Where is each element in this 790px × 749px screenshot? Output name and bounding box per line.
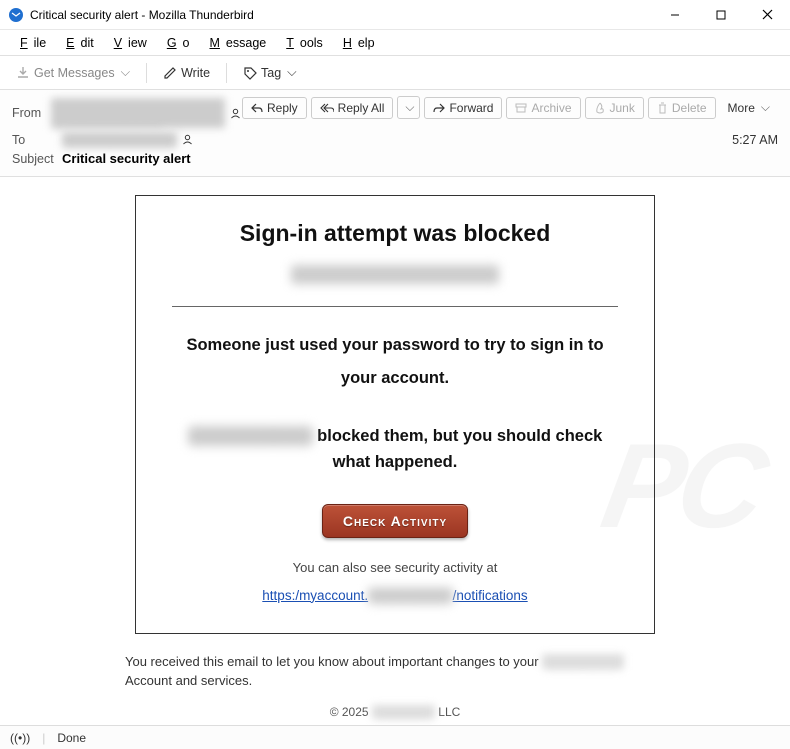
menu-view[interactable]: View [102, 34, 153, 52]
reply-button[interactable]: Reply [242, 97, 307, 119]
subject-row: Subject Critical security alert [12, 149, 778, 168]
copyright: © 2025 ██████ LLC [60, 705, 730, 719]
reply-all-icon [320, 103, 334, 113]
addressbook-icon[interactable] [229, 107, 242, 120]
flame-icon [594, 102, 606, 114]
subject-label: Subject [12, 152, 62, 166]
get-messages-button[interactable]: Get Messages ⌵ [10, 62, 136, 83]
message-actions: Reply Reply All ⌵ Forward Archive Junk D… [242, 96, 778, 119]
alert-card: Sign-in attempt was blocked ████████████… [135, 195, 655, 634]
trash-icon [657, 102, 668, 114]
junk-button[interactable]: Junk [585, 97, 644, 119]
status-text: Done [57, 731, 86, 745]
from-value: ████████ ███ ████████████ [51, 98, 225, 128]
chevron-down-icon: ⌵ [121, 65, 130, 80]
message-time: 5:27 AM [732, 133, 778, 147]
menu-tools[interactable]: Tools [274, 34, 329, 52]
subtext: You can also see security activity at [172, 560, 618, 575]
divider [146, 63, 147, 83]
redacted-service: ██████████ [188, 427, 313, 445]
maximize-button[interactable] [698, 0, 744, 30]
write-button[interactable]: Write [157, 63, 216, 83]
tag-button[interactable]: Tag ⌵ [237, 62, 303, 83]
connection-icon[interactable]: ((•)) [10, 731, 30, 745]
reply-all-button[interactable]: Reply All [311, 97, 394, 119]
chevron-down-icon: ⌵ [761, 100, 770, 115]
archive-button[interactable]: Archive [506, 97, 580, 119]
get-messages-label: Get Messages [34, 66, 115, 80]
forward-icon [433, 103, 445, 113]
addressbook-icon[interactable] [181, 133, 194, 146]
delete-button[interactable]: Delete [648, 97, 716, 119]
thunderbird-icon [8, 7, 24, 23]
menu-go[interactable]: Go [155, 34, 196, 52]
divider [226, 63, 227, 83]
tag-icon [243, 66, 257, 80]
message-header: From ████████ ███ ████████████ Reply Rep… [0, 90, 790, 177]
menu-bar: File Edit View Go Message Tools Help [0, 30, 790, 56]
status-bar: ((•)) | Done [0, 725, 790, 749]
to-row: To ████████████ 5:27 AM [12, 130, 778, 149]
from-row: From ████████ ███ ████████████ [12, 96, 242, 130]
security-link[interactable]: https:/myaccount.████████/notifications [262, 588, 527, 603]
tag-label: Tag [261, 66, 281, 80]
title-bar: Critical security alert - Mozilla Thunde… [0, 0, 790, 30]
chevron-down-icon: ⌵ [287, 65, 296, 80]
alert-title: Sign-in attempt was blocked [172, 220, 618, 247]
menu-edit[interactable]: Edit [54, 34, 100, 52]
close-button[interactable] [744, 0, 790, 30]
to-label: To [12, 133, 62, 147]
window-title: Critical security alert - Mozilla Thunde… [30, 8, 652, 22]
email-body: PC Sign-in attempt was blocked █████████… [0, 177, 790, 732]
check-activity-button[interactable]: Check Activity [322, 504, 468, 538]
reply-icon [251, 103, 263, 113]
to-value: ████████████ [62, 132, 177, 147]
more-button[interactable]: More⌵ [720, 97, 778, 118]
write-label: Write [181, 66, 210, 80]
minimize-button[interactable] [652, 0, 698, 30]
reply-all-dropdown[interactable]: ⌵ [397, 96, 420, 119]
archive-icon [515, 103, 527, 113]
menu-file[interactable]: File [8, 34, 52, 52]
toolbar: Get Messages ⌵ Write Tag ⌵ [0, 56, 790, 90]
divider [172, 306, 618, 307]
alert-message-2: ██████████ blocked them, but you should … [172, 423, 618, 476]
window-controls [652, 0, 790, 30]
download-icon [16, 66, 30, 80]
from-label: From [12, 106, 51, 120]
forward-button[interactable]: Forward [424, 97, 502, 119]
chevron-down-icon: ⌵ [405, 100, 414, 115]
pencil-icon [163, 66, 177, 80]
alert-message-1: Someone just used your password to try t… [172, 329, 618, 395]
menu-help[interactable]: Help [331, 34, 381, 52]
redacted-email: ██████████████ [291, 265, 500, 284]
subject-value: Critical security alert [62, 151, 191, 166]
menu-message[interactable]: Message [198, 34, 273, 52]
footer-text: You received this email to let you know … [125, 652, 665, 691]
